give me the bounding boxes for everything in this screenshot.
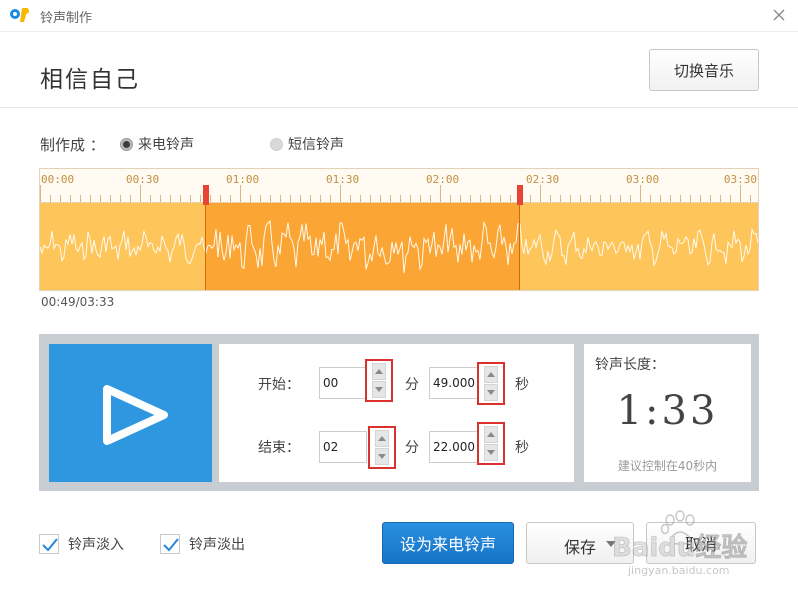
fade-in-label: 铃声淡入 [68,537,124,553]
increment-button[interactable] [484,366,498,383]
end-handle-knob[interactable] [517,185,523,205]
ruler-tick-label: 01:00 [226,173,260,186]
arrow-up-icon [378,436,386,441]
start-minute-stepper[interactable] [365,359,393,402]
app-logo-icon [10,8,29,22]
save-button[interactable]: 保存 [526,522,634,564]
radio-call-ringtone[interactable]: 来电铃声 [120,134,194,154]
increment-button[interactable] [372,363,386,380]
start-handle-line [204,203,206,290]
decrement-button[interactable] [484,384,498,401]
dropdown-arrow-icon[interactable] [606,541,616,547]
start-minute-input[interactable]: 00 [319,367,367,399]
set-as-ringtone-button[interactable]: 设为来电铃声 [382,522,514,564]
arrow-down-icon [487,390,495,395]
fade-out-label: 铃声淡出 [189,537,245,553]
radio-label: 来电铃声 [138,137,194,153]
play-button[interactable] [49,344,212,482]
save-label: 保存 [564,538,597,557]
window-title: 铃声制作 [40,11,93,26]
time-range-panel [219,344,574,482]
song-title: 相信自己 [40,67,140,93]
ringtone-length-value: 1:33 [616,388,719,434]
fade-out-checkbox[interactable]: 铃声淡出 [160,534,245,554]
ringtone-length-title: 铃声长度： [595,357,665,373]
radio-label: 短信铃声 [288,137,344,153]
start-label: 开始： [258,377,300,393]
start-second-input[interactable]: 49.000 [429,367,479,399]
ruler-tick-label: 01:30 [326,173,360,186]
radio-selected-icon [120,137,133,151]
watermark-subtext: jingyan.baidu.com [627,564,730,577]
minute-unit: 分 [405,377,419,393]
increment-button[interactable] [375,430,389,447]
arrow-up-icon [487,432,495,437]
arrow-up-icon [487,372,495,377]
ruler-tick-label: 03:30 [723,173,757,186]
play-icon [103,385,168,445]
cancel-button[interactable]: 取消 [646,522,756,564]
end-second-input[interactable]: 22.000 [429,431,479,463]
checkmark-icon [42,538,58,552]
make-as-label: 制作成 ： [40,136,105,154]
title-bar: 铃声制作 [0,0,798,32]
radio-unselected-icon [270,137,283,151]
start-handle-knob[interactable] [202,185,209,205]
increment-button[interactable] [484,426,498,443]
arrow-down-icon [487,450,495,455]
ringtone-length-hint: 建议控制在40秒内 [617,459,718,473]
end-handle[interactable] [517,185,523,290]
checkbox-box[interactable] [160,534,180,554]
playback-position: 00:49/03:33 [41,295,115,309]
start-handle[interactable] [202,185,209,290]
end-second-stepper[interactable] [477,422,505,465]
ruler-tick-label: 03:00 [626,173,660,186]
arrow-up-icon [375,369,383,374]
minute-unit: 分 [405,440,419,456]
decrement-button[interactable] [484,444,498,461]
ruler-tick-label: 02:30 [526,173,560,186]
ruler-tick-label: 02:00 [426,173,460,186]
second-unit: 秒 [515,377,529,393]
end-minute-stepper[interactable] [368,426,396,469]
waveform-editor[interactable]: 00:00 00:30 01:00 01:30 02:00 02:30 03:00 03:30 [39,168,759,291]
end-handle-line [519,203,520,290]
start-second-stepper[interactable] [477,362,505,405]
end-label: 结束： [258,440,300,456]
close-icon[interactable] [770,6,788,24]
radio-sms-ringtone[interactable]: 短信铃声 [270,134,344,154]
divider [0,107,798,108]
decrement-button[interactable] [375,448,389,465]
ruler-tick-label: 00:00 [41,173,75,186]
arrow-down-icon [378,454,386,459]
second-unit: 秒 [515,440,529,456]
end-minute-input[interactable]: 02 [319,431,367,463]
arrow-down-icon [375,387,383,392]
fade-in-checkbox[interactable]: 铃声淡入 [39,534,124,554]
waveform-line [40,220,758,274]
decrement-button[interactable] [372,381,386,398]
checkbox-box[interactable] [39,534,59,554]
switch-music-button[interactable]: 切换音乐 [649,49,759,91]
ruler-tick-label: 00:30 [126,173,160,186]
checkmark-icon [163,538,179,552]
